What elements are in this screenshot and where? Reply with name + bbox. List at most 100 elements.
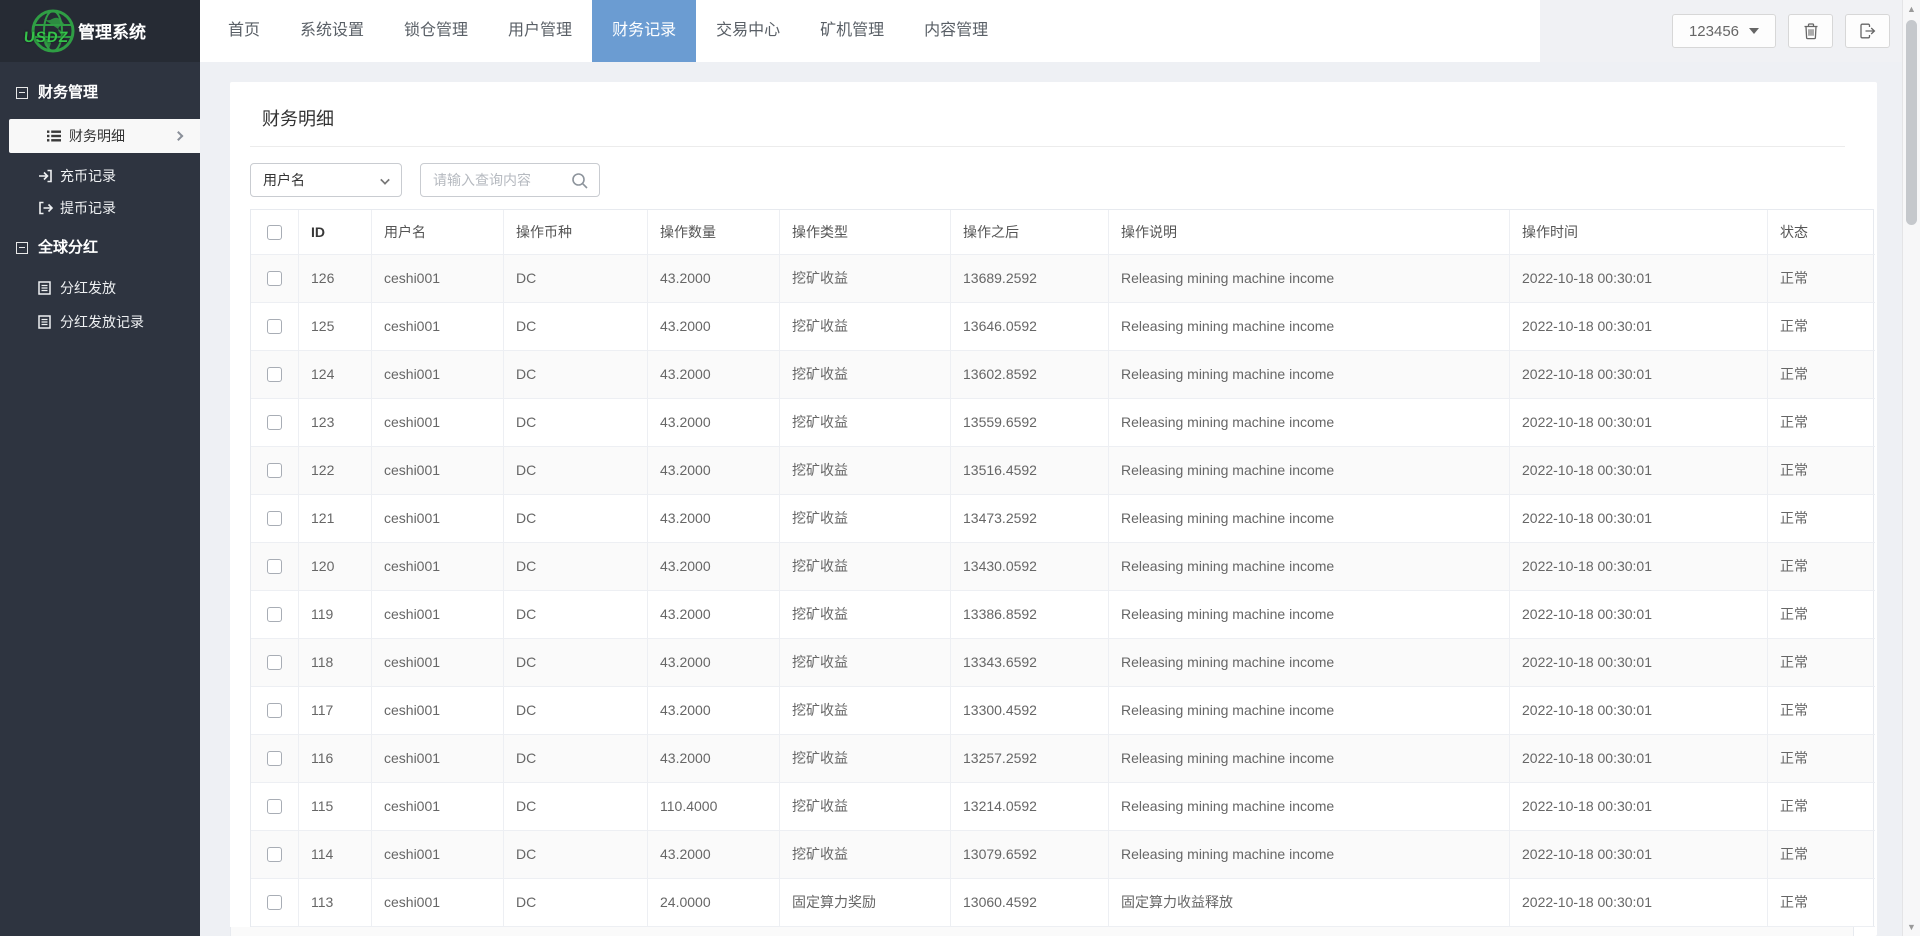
sidebar-item-dividend-grant-records[interactable]: 分红发放记录 bbox=[0, 303, 200, 341]
cell-status: 正常 bbox=[1768, 831, 1875, 879]
cell-id: 115 bbox=[299, 783, 372, 831]
cell-type: 挖矿收益 bbox=[780, 543, 951, 591]
cell-type: 挖矿收益 bbox=[780, 735, 951, 783]
cell-description: Releasing mining machine income bbox=[1109, 831, 1510, 879]
nav-item-home[interactable]: 首页 bbox=[208, 0, 280, 62]
row-checkbox-cell bbox=[251, 687, 299, 735]
cell-time: 2022-10-18 00:30:01 bbox=[1510, 783, 1768, 831]
cell-type: 挖矿收益 bbox=[780, 303, 951, 351]
cell-coin: DC bbox=[504, 879, 648, 927]
collapse-icon bbox=[16, 242, 28, 254]
cell-description: Releasing mining machine income bbox=[1109, 495, 1510, 543]
table-body: 126 ceshi001 DC 43.2000 挖矿收益 13689.2592 … bbox=[251, 255, 1873, 927]
select-all-checkbox[interactable] bbox=[251, 210, 299, 255]
cell-status: 正常 bbox=[1768, 687, 1875, 735]
nav-item-miner-management[interactable]: 矿机管理 bbox=[800, 0, 904, 62]
row-checkbox[interactable] bbox=[267, 799, 282, 814]
table-header-row: ID 用户名 操作币种 操作数量 操作类型 操作之后 操作说明 操作时间 状态 bbox=[251, 210, 1873, 255]
cell-time: 2022-10-18 00:30:01 bbox=[1510, 879, 1768, 927]
cell-type: 挖矿收益 bbox=[780, 591, 951, 639]
cell-time: 2022-10-18 00:30:01 bbox=[1510, 735, 1768, 783]
sidebar-section-label: 财务管理 bbox=[38, 84, 98, 101]
chevron-right-icon bbox=[174, 131, 184, 141]
cell-time: 2022-10-18 00:30:01 bbox=[1510, 543, 1768, 591]
sign-in-icon bbox=[38, 169, 53, 183]
sidebar-item-finance-detail[interactable]: 财务明细 bbox=[9, 119, 200, 153]
row-checkbox[interactable] bbox=[267, 319, 282, 334]
cell-after: 13343.6592 bbox=[951, 639, 1109, 687]
search-icon[interactable] bbox=[571, 172, 589, 190]
table-row: 119 ceshi001 DC 43.2000 挖矿收益 13386.8592 … bbox=[251, 591, 1873, 639]
row-checkbox[interactable] bbox=[267, 751, 282, 766]
cell-description: 固定算力收益释放 bbox=[1109, 879, 1510, 927]
filter-field-select[interactable]: 用户名 bbox=[250, 163, 402, 197]
cell-amount: 110.4000 bbox=[648, 783, 780, 831]
row-checkbox-cell bbox=[251, 447, 299, 495]
cell-username: ceshi001 bbox=[372, 303, 504, 351]
cell-type: 固定算力奖励 bbox=[780, 879, 951, 927]
cell-amount: 43.2000 bbox=[648, 399, 780, 447]
cell-coin: DC bbox=[504, 255, 648, 303]
table-row: 118 ceshi001 DC 43.2000 挖矿收益 13343.6592 … bbox=[251, 639, 1873, 687]
nav-item-system-settings[interactable]: 系统设置 bbox=[280, 0, 384, 62]
row-checkbox[interactable] bbox=[267, 655, 282, 670]
cell-coin: DC bbox=[504, 735, 648, 783]
export-button[interactable] bbox=[1845, 14, 1890, 48]
cell-status: 正常 bbox=[1768, 783, 1875, 831]
nav-item-lockup-management[interactable]: 锁仓管理 bbox=[384, 0, 488, 62]
filter-bar: 用户名 bbox=[250, 163, 1877, 197]
row-checkbox[interactable] bbox=[267, 703, 282, 718]
row-checkbox[interactable] bbox=[267, 511, 282, 526]
row-checkbox-cell bbox=[251, 735, 299, 783]
cell-username: ceshi001 bbox=[372, 495, 504, 543]
row-checkbox[interactable] bbox=[267, 559, 282, 574]
export-icon bbox=[1859, 23, 1876, 39]
row-checkbox[interactable] bbox=[267, 607, 282, 622]
search-input[interactable] bbox=[421, 164, 559, 196]
trash-button[interactable] bbox=[1788, 14, 1833, 48]
sidebar-item-dividend-grant[interactable]: 分红发放 bbox=[0, 269, 200, 307]
top-navigation: 首页 系统设置 锁仓管理 用户管理 财务记录 交易中心 矿机管理 内容管理 bbox=[208, 0, 1008, 62]
cell-description: Releasing mining machine income bbox=[1109, 351, 1510, 399]
row-checkbox[interactable] bbox=[267, 271, 282, 286]
sidebar-section-finance[interactable]: 财务管理 bbox=[0, 78, 200, 108]
nav-item-user-management[interactable]: 用户管理 bbox=[488, 0, 592, 62]
row-checkbox[interactable] bbox=[267, 415, 282, 430]
collapse-icon bbox=[16, 87, 28, 99]
sidebar-item-withdraw-records[interactable]: 提币记录 bbox=[0, 189, 200, 227]
nav-item-trade-center[interactable]: 交易中心 bbox=[696, 0, 800, 62]
user-dropdown[interactable]: 123456 bbox=[1672, 14, 1776, 48]
logo-block[interactable]: USDZ 管理系统 bbox=[0, 0, 200, 62]
scrollbar-thumb[interactable] bbox=[1906, 20, 1917, 225]
cell-description: Releasing mining machine income bbox=[1109, 447, 1510, 495]
top-header: USDZ 管理系统 首页 系统设置 锁仓管理 用户管理 财务记录 交易中心 矿机… bbox=[0, 0, 1920, 62]
nav-item-content-management[interactable]: 内容管理 bbox=[904, 0, 1008, 62]
row-checkbox[interactable] bbox=[267, 463, 282, 478]
scrollbar-down-arrow[interactable]: ▼ bbox=[1903, 922, 1920, 932]
scrollbar-up-arrow[interactable]: ▲ bbox=[1903, 4, 1920, 14]
cell-type: 挖矿收益 bbox=[780, 687, 951, 735]
cell-username: ceshi001 bbox=[372, 591, 504, 639]
cell-time: 2022-10-18 00:30:01 bbox=[1510, 831, 1768, 879]
nav-item-finance-records[interactable]: 财务记录 bbox=[592, 0, 696, 62]
cell-id: 120 bbox=[299, 543, 372, 591]
title-divider bbox=[250, 146, 1845, 147]
row-checkbox[interactable] bbox=[267, 895, 282, 910]
cell-status: 正常 bbox=[1768, 639, 1875, 687]
cell-time: 2022-10-18 00:30:01 bbox=[1510, 591, 1768, 639]
content-panel: 财务明细 用户名 ID 用户名 操作币种 操作数量 操作 bbox=[230, 82, 1877, 936]
row-checkbox[interactable] bbox=[267, 847, 282, 862]
sidebar-section-global-dividend[interactable]: 全球分红 bbox=[0, 233, 200, 263]
cell-id: 124 bbox=[299, 351, 372, 399]
window-scrollbar[interactable]: ▲ ▼ bbox=[1902, 0, 1920, 936]
cell-type: 挖矿收益 bbox=[780, 255, 951, 303]
cell-time: 2022-10-18 00:30:01 bbox=[1510, 399, 1768, 447]
table-row: 126 ceshi001 DC 43.2000 挖矿收益 13689.2592 … bbox=[251, 255, 1873, 303]
cell-after: 13473.2592 bbox=[951, 495, 1109, 543]
page-title: 财务明细 bbox=[230, 82, 1877, 130]
table-row: 120 ceshi001 DC 43.2000 挖矿收益 13430.0592 … bbox=[251, 543, 1873, 591]
cell-amount: 43.2000 bbox=[648, 591, 780, 639]
table-row: 122 ceshi001 DC 43.2000 挖矿收益 13516.4592 … bbox=[251, 447, 1873, 495]
cell-coin: DC bbox=[504, 447, 648, 495]
row-checkbox[interactable] bbox=[267, 367, 282, 382]
